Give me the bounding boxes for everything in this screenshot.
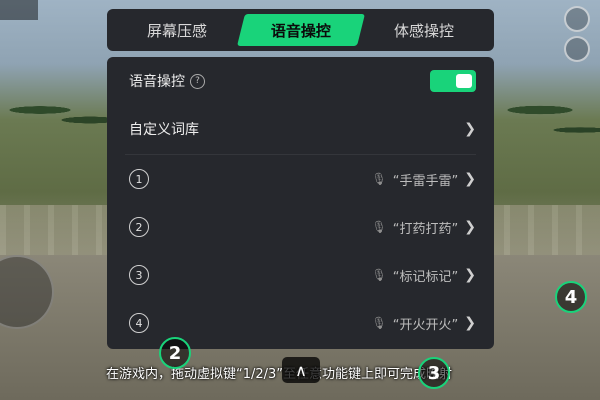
corner-badge — [0, 0, 38, 20]
voice-control-row: 语音操控 ? — [107, 57, 494, 105]
microphone-icon: 🎙 — [371, 172, 387, 186]
microphone-icon: 🎙 — [371, 268, 387, 282]
virtual-key-3[interactable]: 3 — [418, 357, 450, 389]
question-circle-icon[interactable]: ? — [190, 73, 205, 89]
custom-lexicon-row[interactable]: 自定义词库 ❯ — [107, 105, 494, 153]
command-index: 1 — [129, 169, 149, 189]
command-index: 3 — [129, 265, 149, 285]
command-phrase: “手雷手雷” — [392, 173, 459, 189]
tab-screen-pressure[interactable]: 屏幕压感 — [117, 14, 237, 46]
settings-control[interactable] — [564, 6, 590, 32]
command-phrase: “打药打药” — [392, 221, 459, 237]
chevron-right-icon: ❯ — [464, 315, 476, 331]
command-phrase: “标记标记” — [392, 269, 459, 285]
pickup-control[interactable] — [564, 36, 590, 62]
voice-settings-panel: 语音操控 ? 自定义词库 ❯ 1 🎙 “手雷手雷” ❯ 2 🎙 “打药打药” ❯… — [107, 57, 494, 349]
chevron-right-icon: ❯ — [464, 171, 476, 187]
voice-command-row[interactable]: 1 🎙 “手雷手雷” ❯ — [107, 155, 494, 203]
chevron-right-icon: ❯ — [464, 121, 476, 137]
tab-label: 语音操控 — [270, 21, 331, 40]
tab-label: 屏幕压感 — [146, 21, 207, 40]
chevron-right-icon: ❯ — [464, 219, 476, 235]
microphone-icon: 🎙 — [371, 316, 387, 330]
command-index: 2 — [129, 217, 149, 237]
virtual-key-2[interactable]: 2 — [159, 337, 191, 369]
voice-control-toggle[interactable] — [430, 70, 476, 92]
voice-control-label: 语音操控 — [129, 74, 185, 90]
mode-tabs: 屏幕压感 语音操控 体感操控 — [107, 9, 494, 51]
tab-motion-control[interactable]: 体感操控 — [364, 14, 484, 46]
voice-command-row[interactable]: 2 🎙 “打药打药” ❯ — [107, 203, 494, 251]
tab-voice-control[interactable]: 语音操控 — [236, 14, 365, 46]
toggle-knob — [456, 74, 472, 88]
chevron-up-icon[interactable]: ∧ — [282, 357, 320, 383]
command-index: 4 — [129, 313, 149, 333]
chevron-right-icon: ❯ — [464, 267, 476, 283]
virtual-key-4[interactable]: 4 — [555, 281, 587, 313]
custom-lexicon-label: 自定义词库 — [129, 122, 199, 138]
tab-label: 体感操控 — [393, 21, 454, 40]
command-phrase: “开火开火” — [392, 317, 459, 333]
voice-command-row[interactable]: 3 🎙 “标记标记” ❯ — [107, 251, 494, 299]
microphone-icon: 🎙 — [371, 220, 387, 234]
mapping-instruction: 在游戏内，拖动虚拟键“1/2/3”至任意功能键上即可完成映射 — [106, 367, 453, 382]
